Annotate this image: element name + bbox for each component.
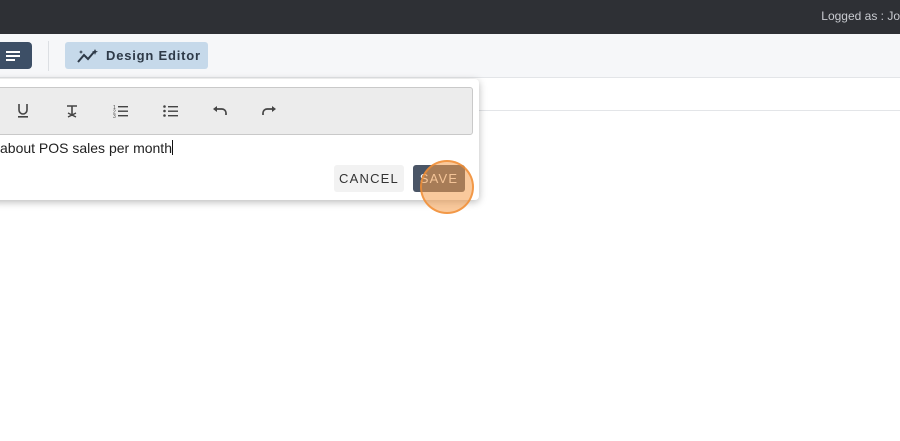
editor-text-area[interactable]: about POS sales per month	[0, 140, 173, 156]
cancel-button[interactable]: CANCEL	[334, 165, 404, 192]
svg-text:3: 3	[113, 114, 116, 118]
main-toolbar: Design Editor	[0, 34, 900, 78]
menu-button[interactable]	[0, 42, 32, 69]
save-button[interactable]: SAVE	[413, 165, 465, 192]
ordered-list-icon[interactable]: 1 2 3	[111, 101, 131, 121]
logged-as-text: Logged as : Jo	[821, 9, 900, 23]
text-editor-popup: 1 2 3 about POS sales per month CANCEL S…	[0, 79, 479, 200]
rich-text-toolbar: 1 2 3	[0, 87, 473, 135]
bullet-list-icon[interactable]	[161, 101, 181, 121]
redo-icon[interactable]	[259, 101, 279, 121]
underline-icon[interactable]	[13, 101, 33, 121]
toolbar-divider	[48, 41, 49, 71]
menu-icon	[6, 50, 20, 61]
top-bar: Logged as : Jo	[0, 0, 900, 34]
design-editor-icon	[77, 48, 99, 64]
design-editor-button[interactable]: Design Editor	[65, 42, 208, 69]
undo-icon[interactable]	[210, 101, 230, 121]
clear-format-icon[interactable]	[62, 101, 82, 121]
editor-text: about POS sales per month	[0, 140, 172, 156]
design-editor-label: Design Editor	[106, 48, 201, 63]
text-caret	[172, 140, 173, 155]
